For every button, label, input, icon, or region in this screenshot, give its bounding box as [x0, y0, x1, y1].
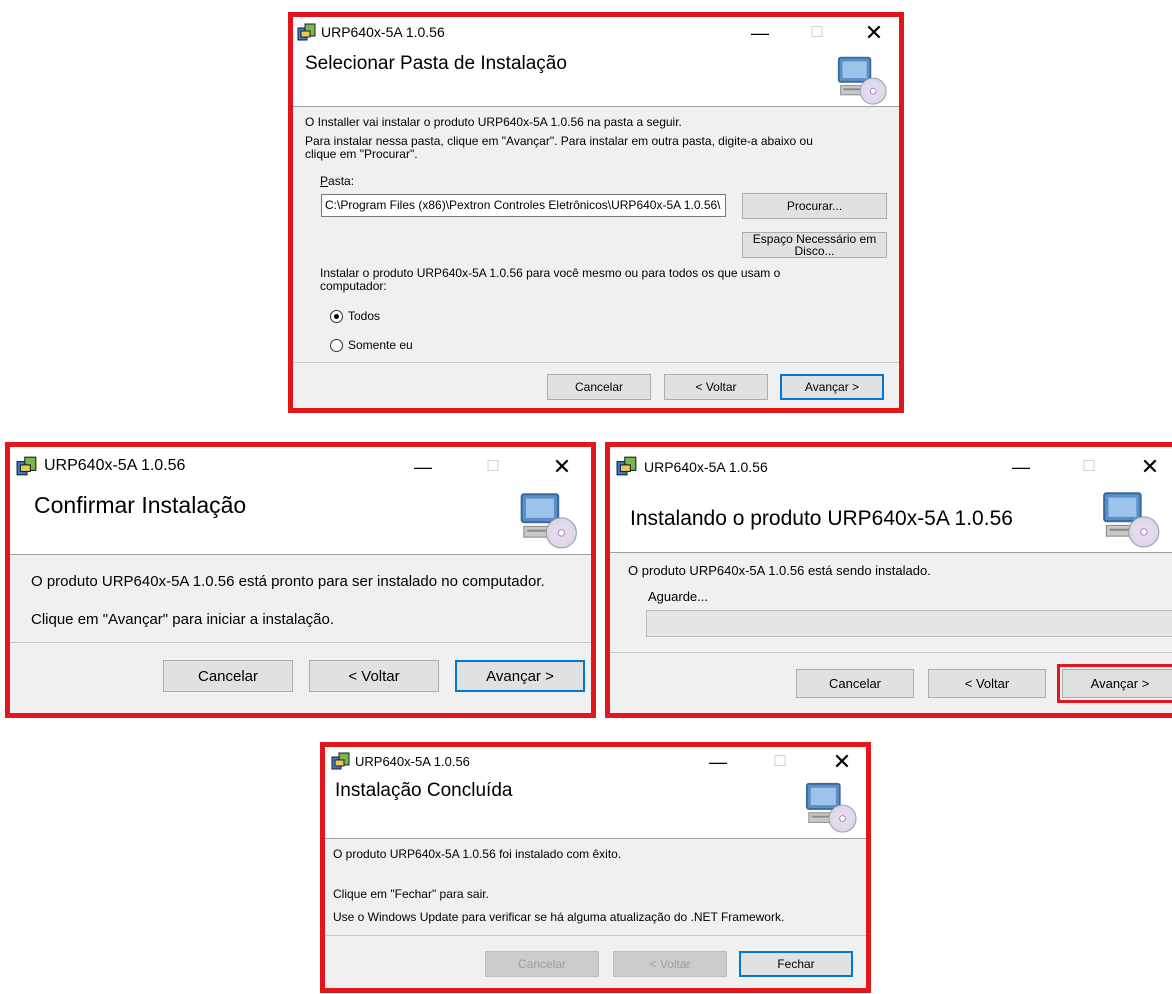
- wizard-header: Selecionar Pasta de Instalação: [293, 51, 899, 107]
- window-title: URP640x-5A 1.0.56: [644, 459, 768, 475]
- install-scope-text-line2: computador:: [320, 279, 387, 293]
- installer-package-icon: [16, 456, 37, 476]
- installer-window-confirm: URP640x-5A 1.0.56 — ☐ ✕ Confirmar Instal…: [5, 442, 596, 718]
- maximize-icon[interactable]: ☐: [478, 453, 508, 481]
- folder-path-input[interactable]: C:\Program Files (x86)\Pextron Controles…: [321, 194, 726, 217]
- windows-update-text: Use o Windows Update para verificar se h…: [333, 910, 785, 924]
- radio-todos-label[interactable]: Todos: [348, 309, 380, 323]
- minimize-icon[interactable]: —: [745, 19, 775, 47]
- cancel-button[interactable]: Cancelar: [796, 669, 914, 698]
- radio-todos[interactable]: [330, 310, 343, 323]
- page-title: Selecionar Pasta de Instalação: [305, 53, 567, 74]
- close-icon[interactable]: ✕: [1135, 453, 1165, 481]
- install-success-text: O produto URP640x-5A 1.0.56 foi instalad…: [333, 847, 622, 861]
- footer-divider: [610, 652, 1172, 653]
- cancel-button[interactable]: Cancelar: [163, 660, 293, 692]
- close-icon[interactable]: ✕: [859, 19, 889, 47]
- window-title: URP640x-5A 1.0.56: [321, 24, 445, 40]
- window-title: URP640x-5A 1.0.56: [44, 457, 186, 474]
- maximize-icon[interactable]: ☐: [802, 19, 832, 47]
- back-button[interactable]: < Voltar: [928, 669, 1046, 698]
- disk-space-button[interactable]: Espaço Necessário em Disco...: [742, 232, 887, 258]
- computer-cd-icon: [1103, 492, 1160, 548]
- installer-package-icon: [297, 23, 316, 41]
- ready-to-install-text: O produto URP640x-5A 1.0.56 está pronto …: [31, 573, 545, 590]
- install-instructions-line2: clique em "Procurar".: [305, 147, 418, 161]
- computer-cd-icon: [520, 493, 577, 549]
- page-title: Confirmar Instalação: [34, 492, 247, 518]
- installer-package-icon: [331, 752, 350, 770]
- title-bar: URP640x-5A 1.0.56 — ☐ ✕: [293, 17, 899, 51]
- radio-somente-eu-label[interactable]: Somente eu: [348, 338, 413, 352]
- close-icon[interactable]: ✕: [547, 453, 577, 481]
- wizard-header: Confirmar Instalação: [10, 487, 591, 555]
- footer-divider: [325, 935, 866, 936]
- computer-cd-icon: [837, 56, 887, 105]
- close-icon[interactable]: ✕: [827, 748, 857, 776]
- installer-window-installing: URP640x-5A 1.0.56 — ☐ ✕ Instalando o pro…: [605, 442, 1172, 718]
- title-bar: URP640x-5A 1.0.56 — ☐ ✕: [610, 447, 1172, 487]
- page-title: Instalação Concluída: [335, 780, 513, 801]
- radio-somente-eu[interactable]: [330, 339, 343, 352]
- install-scope-text-line1: Instalar o produto URP640x-5A 1.0.56 par…: [320, 266, 781, 280]
- next-button[interactable]: Avançar >: [780, 374, 884, 400]
- footer-divider: [10, 642, 591, 643]
- click-next-text: Clique em "Avançar" para iniciar a insta…: [31, 611, 335, 628]
- next-button-highlight: [1057, 664, 1172, 703]
- install-instructions-line1: Para instalar nessa pasta, clique em "Av…: [305, 134, 813, 148]
- install-progress-bar: [646, 610, 1172, 637]
- install-intro-text: O Installer vai instalar o produto URP64…: [305, 115, 682, 129]
- close-button[interactable]: Fechar: [739, 951, 853, 977]
- next-button[interactable]: Avançar >: [455, 660, 585, 692]
- back-button: < Voltar: [613, 951, 727, 977]
- installer-window-select-folder: URP640x-5A 1.0.56 — ☐ ✕ Selecionar Pasta…: [288, 12, 904, 413]
- minimize-icon[interactable]: —: [1006, 453, 1036, 481]
- computer-cd-icon: [805, 782, 857, 833]
- click-close-text: Clique em "Fechar" para sair.: [333, 887, 489, 901]
- browse-button[interactable]: Procurar...: [742, 193, 887, 219]
- back-button[interactable]: < Voltar: [664, 374, 768, 400]
- wizard-header: Instalando o produto URP640x-5A 1.0.56: [610, 487, 1172, 553]
- disk-space-label-2: Disco...: [794, 244, 835, 258]
- wait-text: Aguarde...: [648, 589, 708, 604]
- back-button[interactable]: < Voltar: [309, 660, 439, 692]
- wizard-header: Instalação Concluída: [325, 777, 866, 839]
- minimize-icon[interactable]: —: [703, 748, 733, 776]
- cancel-button[interactable]: Cancelar: [547, 374, 651, 400]
- page-title: Instalando o produto URP640x-5A 1.0.56: [630, 507, 1013, 530]
- cancel-button: Cancelar: [485, 951, 599, 977]
- maximize-icon[interactable]: ☐: [1074, 453, 1104, 481]
- folder-label: Pasta:: [320, 174, 355, 188]
- title-bar: URP640x-5A 1.0.56 — ☐ ✕: [325, 747, 866, 777]
- window-title: URP640x-5A 1.0.56: [355, 754, 470, 769]
- installer-window-complete: URP640x-5A 1.0.56 — ☐ ✕ Instalação Concl…: [320, 742, 871, 993]
- installing-status-text: O produto URP640x-5A 1.0.56 está sendo i…: [628, 563, 931, 578]
- installer-package-icon: [616, 456, 637, 476]
- maximize-icon[interactable]: ☐: [765, 748, 795, 776]
- title-bar: URP640x-5A 1.0.56 — ☐ ✕: [10, 447, 591, 487]
- footer-divider: [293, 362, 899, 363]
- minimize-icon[interactable]: —: [408, 453, 438, 481]
